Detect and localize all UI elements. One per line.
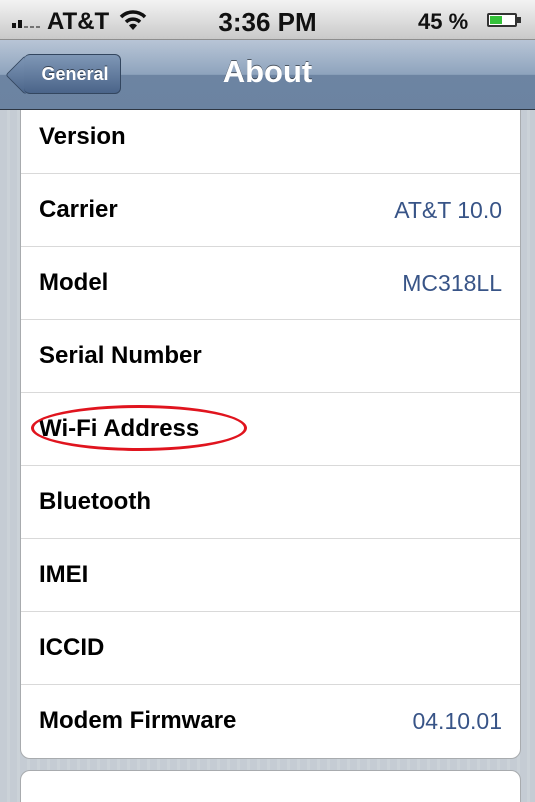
about-info-group: Version Carrier AT&T 10.0 Model MC318LL … [20, 110, 521, 759]
row-version: Version [21, 110, 520, 174]
row-label: ICCID [39, 634, 105, 661]
navigation-bar: General About [0, 40, 535, 110]
red-circle-annotation [31, 405, 247, 451]
row-label: Carrier [39, 196, 118, 223]
next-group-partial [20, 770, 521, 802]
row-modem-firmware: Modem Firmware 04.10.01 [21, 685, 520, 758]
back-button-general[interactable]: General [24, 54, 121, 94]
row-label: Bluetooth [39, 488, 151, 515]
row-value: MC318LL [402, 270, 502, 296]
row-value: AT&T 10.0 [394, 197, 502, 223]
battery-icon [487, 13, 521, 27]
status-bar: AT&T 3:36 PM 45 % [0, 0, 535, 40]
row-value: 04.10.01 [412, 708, 502, 734]
settings-list[interactable]: Version Carrier AT&T 10.0 Model MC318LL … [0, 110, 535, 802]
row-wifi-address: Wi-Fi Address [21, 393, 520, 466]
row-label: IMEI [39, 561, 89, 588]
battery-percent: 45 % [418, 9, 469, 34]
row-serial-number: Serial Number [21, 320, 520, 393]
row-imei: IMEI [21, 539, 520, 612]
row-label: Serial Number [39, 342, 202, 369]
row-bluetooth: Bluetooth [21, 466, 520, 539]
row-label: Model [39, 269, 109, 296]
row-iccid: ICCID [21, 612, 520, 685]
row-model: Model MC318LL [21, 247, 520, 320]
row-label: Modem Firmware [39, 707, 237, 734]
row-carrier: Carrier AT&T 10.0 [21, 174, 520, 247]
row-label: Version [39, 123, 126, 150]
